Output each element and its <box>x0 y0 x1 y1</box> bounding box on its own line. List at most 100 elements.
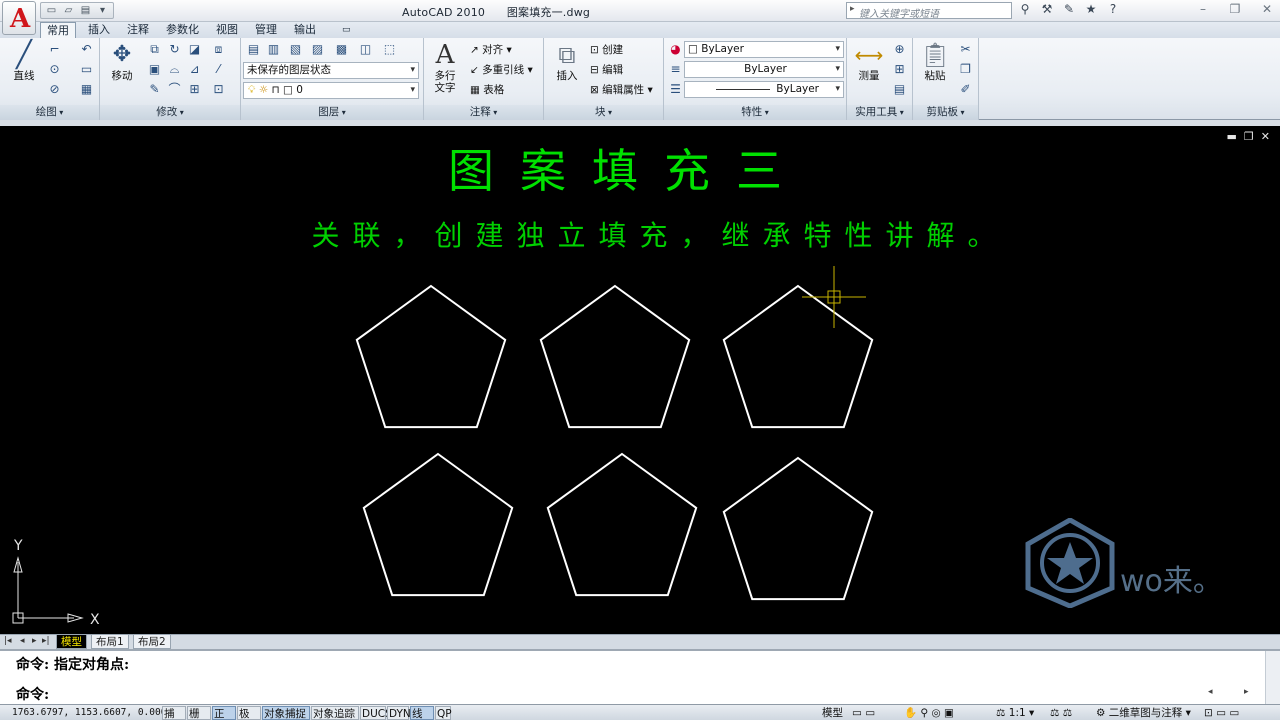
tab-model[interactable]: 模型 <box>56 635 87 649</box>
circle-icon[interactable]: ⊙ <box>46 61 63 78</box>
quick-select-icon[interactable]: ⊕ <box>891 41 908 58</box>
new-file-icon[interactable]: ▭ <box>44 4 59 17</box>
pentagon-shape[interactable] <box>355 284 507 429</box>
status-toggle-3[interactable]: 极轴 <box>237 706 261 720</box>
search-input[interactable]: 键入关键字或短语 <box>846 2 1012 20</box>
line-button[interactable]: ╱ 直线 <box>6 40 42 82</box>
layers-panel-title[interactable]: 图层 <box>241 105 423 120</box>
pan-zoom-icons[interactable]: ✋ ⚲ ◎ ▣ <box>904 706 954 720</box>
cut-icon[interactable]: ✂ <box>957 41 974 58</box>
model-space-button[interactable]: 模型 <box>822 706 843 720</box>
align-button[interactable]: ↗ 对齐 ▾ <box>470 42 512 57</box>
lineweight-select[interactable]: ByLayer <box>684 81 844 98</box>
pentagon-shape[interactable] <box>546 452 698 597</box>
drawing-canvas[interactable]: ▬ ❐ ✕ 图案填充三 关联，创建独立填充，继承特性讲解。 wo来。 Y X <box>0 126 1280 634</box>
layer-properties-icon[interactable]: ▤ <box>245 41 262 58</box>
offset-icon[interactable]: ⧈ <box>210 41 227 58</box>
mleader-button[interactable]: ↙ 多重引线 ▾ <box>470 62 533 77</box>
tab-annotate[interactable]: 注释 <box>127 22 149 38</box>
status-toggle-5[interactable]: 对象追踪 <box>311 706 359 720</box>
erase-icon[interactable]: ✎ <box>146 81 163 98</box>
layer-match-icon[interactable]: ▥ <box>265 41 282 58</box>
tab-layout1[interactable]: 布局1 <box>91 635 129 649</box>
status-toggle-8[interactable]: 线宽 <box>410 706 434 720</box>
binoculars-icon[interactable]: ⚲ <box>1016 2 1034 19</box>
annotation-panel-title[interactable]: 注释 <box>424 105 543 120</box>
layer-isolate-icon[interactable]: ▨ <box>309 41 326 58</box>
tab-manage[interactable]: 管理 <box>255 22 277 38</box>
status-toggle-7[interactable]: DYN <box>387 706 411 720</box>
measure-button[interactable]: ⟷ 测量 <box>851 40 887 82</box>
close-icon[interactable]: ✕ <box>1258 2 1276 16</box>
workspace-switch[interactable]: ⚙ 二维草图与注释 ▾ <box>1096 706 1191 720</box>
help-icon[interactable]: ? <box>1104 2 1122 19</box>
properties-panel-title[interactable]: 特性 <box>664 105 846 120</box>
hatch-icon[interactable]: ▦ <box>78 81 95 98</box>
first-tab-icon[interactable]: |◂ <box>4 636 12 646</box>
annotation-visibility-icons[interactable]: ⚖ ⚖ <box>1050 706 1072 720</box>
edit-block-button[interactable]: ⊟ 编辑 <box>590 62 623 77</box>
prev-tab-icon[interactable]: ◂ <box>20 636 25 646</box>
last-tab-icon[interactable]: ▸| <box>42 636 50 646</box>
qat-dropdown-icon[interactable]: ▾ <box>95 4 110 17</box>
layer-off-icon[interactable]: ◫ <box>357 41 374 58</box>
subscription-icon[interactable]: ⚒ <box>1038 2 1056 19</box>
status-tray-icons[interactable]: ⊡ ▭ ▭ <box>1204 706 1239 720</box>
command-scroll-arrows[interactable]: ◂ ▸ <box>1208 687 1249 697</box>
copy-icon[interactable]: ⧉ <box>146 41 163 58</box>
quick-view-icons[interactable]: ▭ ▭ <box>852 706 875 720</box>
select-all-icon[interactable]: ⊞ <box>891 61 908 78</box>
utilities-panel-title[interactable]: 实用工具 <box>847 105 912 120</box>
trim-icon[interactable]: ◪ <box>186 41 203 58</box>
annotation-scale[interactable]: ⚖ 1:1 ▾ <box>996 706 1034 720</box>
command-scrollbar[interactable] <box>1265 651 1280 704</box>
status-toggle-2[interactable]: 正交 <box>212 706 236 720</box>
tab-home[interactable]: 常用 <box>40 22 76 38</box>
tab-parametric[interactable]: 参数化 <box>166 22 199 38</box>
edit-attributes-button[interactable]: ⊠ 编辑属性 ▾ <box>590 82 653 97</box>
rotate-icon[interactable]: ↻ <box>166 41 183 58</box>
current-layer-select[interactable]: 💡︎ ☼ ⊓ □ 0 <box>243 82 419 99</box>
layer-previous-icon[interactable]: ▧ <box>287 41 304 58</box>
status-toggle-9[interactable]: QP <box>435 706 452 720</box>
clipboard-panel-title[interactable]: 剪贴板 <box>913 105 978 120</box>
ellipse-icon[interactable]: ⊘ <box>46 81 63 98</box>
fillet-icon[interactable]: ⌒ <box>166 81 183 98</box>
command-window[interactable]: 命令: 指定对角点: 命令: ◂ ▸ <box>0 649 1280 704</box>
undo-arc-icon[interactable]: ↶ <box>78 41 95 58</box>
polyline-icon[interactable]: ⌐ <box>46 41 63 58</box>
modify-panel-title[interactable]: 修改 <box>100 105 240 120</box>
pentagon-shape[interactable] <box>539 284 691 429</box>
save-icon[interactable]: ▤ <box>78 4 93 17</box>
copy-clip-icon[interactable]: ❐ <box>957 61 974 78</box>
tab-layout2[interactable]: 布局2 <box>133 635 171 649</box>
insert-block-button[interactable]: ⧉ 插入 <box>550 40 584 82</box>
application-menu-button[interactable]: A <box>2 1 36 35</box>
cursor-coordinates[interactable]: 1763.6797, 1153.6607, 0.0000 <box>12 707 172 718</box>
maximize-icon[interactable]: ❐ <box>1226 2 1244 16</box>
pentagon-shape[interactable] <box>362 452 514 597</box>
calculator-icon[interactable]: ▤ <box>891 81 908 98</box>
minimize-icon[interactable]: – <box>1194 2 1212 16</box>
rectangle-icon[interactable]: ▭ <box>78 61 95 78</box>
status-toggle-4[interactable]: 对象捕捉 <box>262 706 310 720</box>
status-toggle-1[interactable]: 栅格 <box>187 706 211 720</box>
linetype-select[interactable]: ByLayer <box>684 61 844 78</box>
favorites-star-icon[interactable]: ★ <box>1082 2 1100 19</box>
next-tab-icon[interactable]: ▸ <box>32 636 37 646</box>
block-panel-title[interactable]: 块 <box>544 105 663 120</box>
move-button[interactable]: ✥ 移动 <box>104 40 140 82</box>
pentagon-shape[interactable] <box>722 456 874 601</box>
match-properties-icon[interactable]: ✐ <box>957 81 974 98</box>
tab-insert[interactable]: 插入 <box>88 22 110 38</box>
stretch-icon[interactable]: ⌓ <box>166 61 183 78</box>
mtext-button[interactable]: A 多行 文字 <box>430 40 460 94</box>
break-icon[interactable]: ⁄ <box>210 61 227 78</box>
layer-lock-icon[interactable]: ⬚ <box>381 41 398 58</box>
pentagon-shape[interactable] <box>722 284 874 429</box>
command-prompt[interactable]: 命令: <box>16 684 49 704</box>
tab-output[interactable]: 输出 <box>294 22 316 38</box>
table-button[interactable]: ▦ 表格 <box>470 82 504 97</box>
layer-state-select[interactable]: 未保存的图层状态 <box>243 62 419 79</box>
mirror-icon[interactable]: ⊿ <box>186 61 203 78</box>
